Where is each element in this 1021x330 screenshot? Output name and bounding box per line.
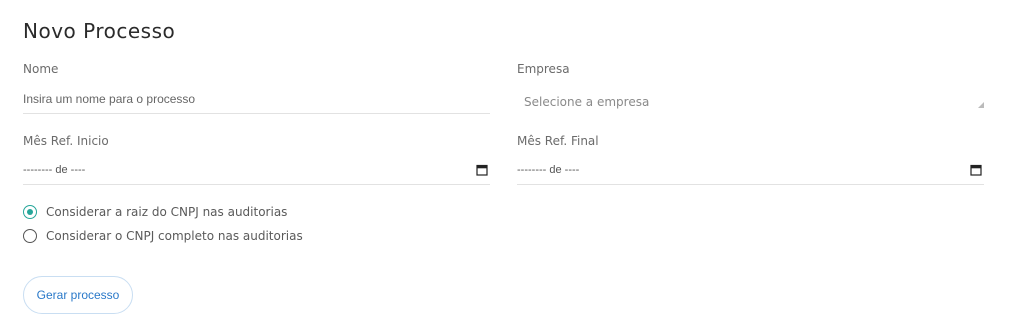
nome-placeholder: Insira um nome para o processo [23, 92, 196, 106]
mes-inicio-label: Mês Ref. Inicio [23, 134, 109, 148]
dropdown-caret-icon [978, 102, 984, 108]
radio-cnpj-completo-label: Considerar o CNPJ completo nas auditoria… [46, 229, 303, 243]
empresa-placeholder: Selecione a empresa [524, 95, 650, 109]
radio-button-unchecked[interactable] [23, 229, 37, 243]
mes-inicio-value: -------- de ---- [23, 164, 86, 176]
mes-final-label: Mês Ref. Final [517, 134, 599, 148]
nome-input[interactable]: Insira um nome para o processo [23, 84, 490, 114]
empresa-label: Empresa [517, 62, 570, 76]
radio-raiz-cnpj-label: Considerar a raiz do CNPJ nas auditorias [46, 205, 288, 219]
calendar-icon[interactable] [970, 164, 982, 176]
mes-inicio-input[interactable]: -------- de ---- [23, 155, 490, 185]
page-title: Novo Processo [23, 19, 176, 43]
radio-button-checked[interactable] [23, 205, 37, 219]
radio-raiz-cnpj[interactable]: Considerar a raiz do CNPJ nas auditorias [23, 205, 287, 219]
calendar-icon[interactable] [476, 164, 488, 176]
gerar-processo-button[interactable]: Gerar processo [23, 276, 133, 314]
empresa-select[interactable]: Selecione a empresa [517, 84, 984, 114]
nome-label: Nome [23, 62, 59, 76]
mes-final-value: -------- de ---- [517, 164, 580, 176]
radio-cnpj-completo[interactable]: Considerar o CNPJ completo nas auditoria… [23, 229, 303, 243]
mes-final-input[interactable]: -------- de ---- [517, 155, 984, 185]
